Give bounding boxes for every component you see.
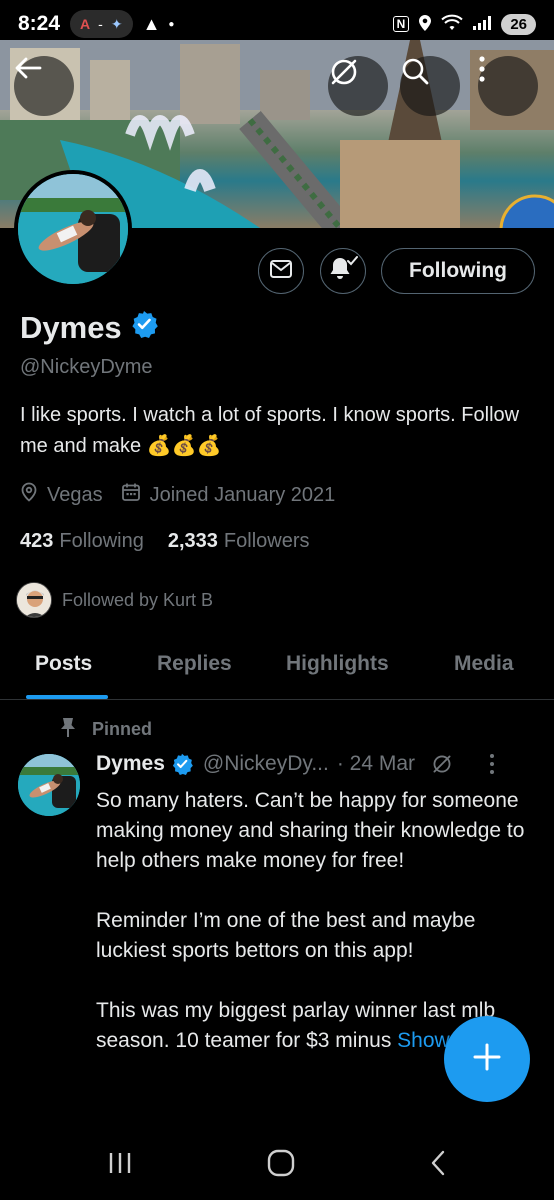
pinned-label-row: Pinned [58,716,152,743]
followed-by-row[interactable]: Followed by Kurt B [16,582,213,618]
follow-counts: 423 Following 2,333 Followers [20,530,334,553]
following-label: Following [59,530,144,552]
wifi-icon [441,14,463,35]
mail-icon [269,259,293,284]
post-author-name[interactable]: Dymes [96,752,165,776]
post-verified-badge-icon [171,753,193,775]
plus-icon [472,1042,502,1077]
verified-badge-icon[interactable] [130,310,158,346]
following-count: 423 [20,530,54,552]
post-body: So many haters. Can’t be happy for someo… [96,786,536,1056]
status-bar: 8:24 A - ✦ ▲ ● N 26 [0,0,554,48]
pill-text: - [98,16,103,32]
nfc-icon: N [392,16,410,32]
signal-icon [472,15,492,34]
back-nav-button[interactable] [429,1150,447,1181]
location-pin-icon [20,482,38,508]
pinned-label: Pinned [92,719,153,739]
post-text: So many haters. Can’t be happy for someo… [96,789,525,1052]
post-header: Dymes @NickeyDy... · 24 Mar [96,752,495,776]
app-icon: ✦ [110,15,123,32]
profile-tabs: Posts Replies Highlights Media [0,638,554,700]
post-grok-icon[interactable] [431,753,453,775]
profile-handle: @NickeyDyme [20,356,153,378]
tab-highlights[interactable]: Highlights [286,652,389,676]
recent-apps-button[interactable] [107,1151,133,1180]
following-button[interactable]: Following [381,248,535,294]
dot-icon: ● [168,18,175,30]
tab-replies[interactable]: Replies [157,652,232,676]
more-options-button[interactable] [478,56,538,116]
grok-button[interactable] [328,56,388,116]
pin-icon [58,716,78,743]
calendar-icon [121,482,141,508]
joined-item: Joined January 2021 [121,482,336,508]
location-icon [418,14,432,35]
notification-pill: A - ✦ [70,10,133,38]
notifications-button[interactable] [320,248,366,294]
post-timestamp[interactable]: · 24 Mar [337,752,415,776]
search-button[interactable] [400,56,460,116]
followers-count: 2,333 [167,530,218,552]
profile-name: Dymes [20,310,122,345]
angels-icon: A [80,16,91,32]
compose-post-button[interactable] [444,1016,530,1102]
status-time: 8:24 [18,12,61,35]
followers-count-link[interactable]: 2,333 Followers [168,530,310,553]
following-count-link[interactable]: 423 Following [20,530,144,553]
system-nav-bar [0,1130,554,1200]
post-more-icon[interactable] [489,753,495,775]
battery-indicator: 26 [501,13,536,35]
message-button[interactable] [258,248,304,294]
profile-meta: Vegas Joined January 2021 [20,482,353,508]
joined-text: Joined January 2021 [149,483,336,506]
post-author-handle: @NickeyDy... [202,752,329,775]
profile-avatar[interactable] [14,170,132,288]
followers-label: Followers [223,530,310,552]
active-tab-indicator [26,695,108,699]
profile-name-row: Dymes [20,310,158,346]
post-author-avatar[interactable] [18,754,80,816]
warning-icon: ▲ [142,13,161,34]
bell-check-icon [328,255,358,288]
followed-by-text: Followed by Kurt B [62,589,214,610]
follower-avatar [16,582,52,618]
home-button[interactable] [267,1149,295,1182]
back-button[interactable] [14,56,74,116]
profile-bio: I like sports. I watch a lot of sports. … [20,404,520,457]
tab-media[interactable]: Media [454,652,514,676]
location-item: Vegas [20,482,103,508]
tab-posts[interactable]: Posts [35,652,92,676]
location-text: Vegas [47,483,103,506]
